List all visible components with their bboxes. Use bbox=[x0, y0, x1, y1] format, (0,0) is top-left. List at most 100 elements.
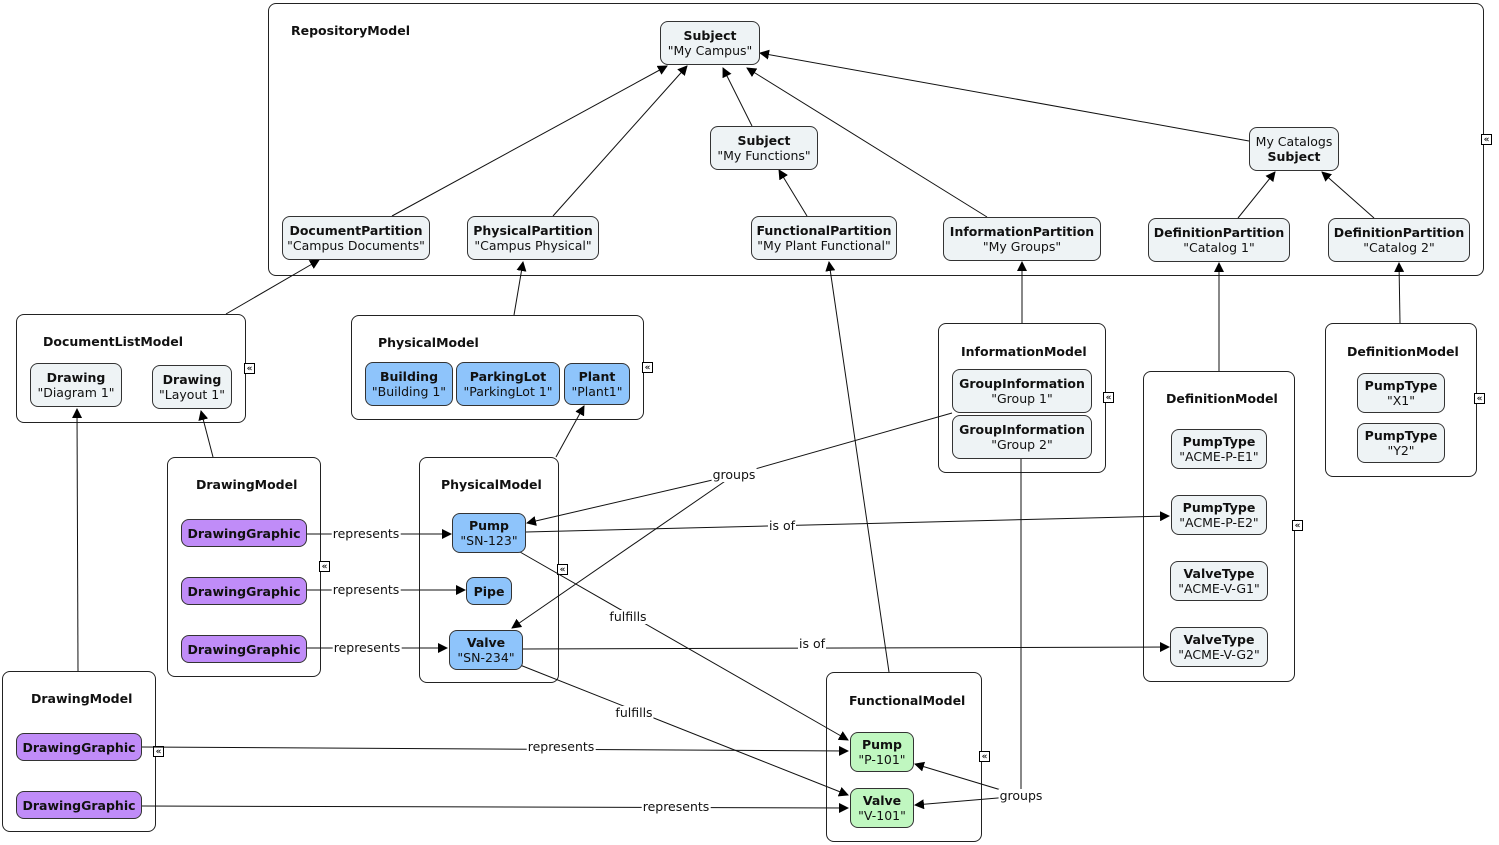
node-type: PumpType bbox=[1182, 434, 1256, 449]
edge-label-fulfills: fulfills bbox=[614, 705, 654, 720]
node-value: "My Groups" bbox=[982, 239, 1062, 254]
document-partition-node[interactable]: DocumentPartition "Campus Documents" bbox=[282, 216, 430, 260]
pump-type-x1-node[interactable]: PumpType "X1" bbox=[1357, 373, 1445, 413]
container-title: InformationModel bbox=[961, 344, 1087, 359]
container-title: DefinitionModel bbox=[1166, 391, 1278, 406]
node-value: "P-101" bbox=[858, 752, 906, 767]
valve-sn234-node[interactable]: Valve "SN-234" bbox=[449, 630, 523, 670]
node-type: DrawingGraphic bbox=[187, 641, 301, 657]
subject-my-campus-node[interactable]: Subject "My Campus" bbox=[660, 21, 760, 65]
pump-type-y2-node[interactable]: PumpType "Y2" bbox=[1357, 423, 1445, 463]
collapse-icon[interactable]: « bbox=[1292, 520, 1303, 531]
node-value: "ParkingLot 1" bbox=[463, 384, 553, 399]
collapse-icon[interactable]: « bbox=[557, 564, 568, 575]
node-type: GroupInformation bbox=[959, 422, 1085, 437]
node-value: "ACME-V-G1" bbox=[1178, 581, 1260, 596]
group-information-2-node[interactable]: GroupInformation "Group 2" bbox=[952, 415, 1092, 459]
node-value: "Plant1" bbox=[571, 384, 623, 399]
container-title: FunctionalModel bbox=[849, 693, 966, 708]
collapse-icon[interactable]: « bbox=[319, 561, 330, 572]
collapse-icon[interactable]: « bbox=[1103, 392, 1114, 403]
pump-type-e2-node[interactable]: PumpType "ACME-P-E2" bbox=[1171, 495, 1267, 535]
valve-v101-node[interactable]: Valve "V-101" bbox=[850, 788, 914, 828]
node-value: "ACME-P-E2" bbox=[1179, 515, 1259, 530]
drawing-graphic-node[interactable]: DrawingGraphic bbox=[16, 791, 142, 819]
pump-sn123-node[interactable]: Pump "SN-123" bbox=[452, 513, 526, 553]
edge bbox=[825, 261, 890, 673]
collapse-icon[interactable]: « bbox=[244, 363, 255, 374]
node-type: DefinitionPartition bbox=[1153, 225, 1285, 240]
node-value: "Catalog 1" bbox=[1183, 240, 1255, 255]
node-type: DefinitionPartition bbox=[1333, 225, 1465, 240]
pipe-node[interactable]: Pipe bbox=[466, 577, 512, 605]
definition-partition-1-node[interactable]: DefinitionPartition "Catalog 1" bbox=[1148, 218, 1290, 262]
node-type: Drawing bbox=[46, 370, 106, 385]
drawing-graphic-node[interactable]: DrawingGraphic bbox=[181, 577, 307, 605]
container-title: RepositoryModel bbox=[291, 23, 410, 38]
collapse-icon[interactable]: « bbox=[153, 746, 164, 757]
valve-type-g1-node[interactable]: ValveType "ACME-V-G1" bbox=[1170, 561, 1268, 601]
subject-my-functions-node[interactable]: Subject "My Functions" bbox=[710, 126, 818, 170]
node-type: Subject bbox=[737, 133, 791, 148]
building-node[interactable]: Building "Building 1" bbox=[365, 362, 453, 406]
node-value: "Building 1" bbox=[371, 384, 447, 399]
container-title: PhysicalModel bbox=[378, 335, 479, 350]
node-value: "V-101" bbox=[858, 808, 906, 823]
drawing-layout-node[interactable]: Drawing "Layout 1" bbox=[152, 365, 232, 409]
node-type: DrawingGraphic bbox=[22, 797, 136, 813]
node-type: DrawingGraphic bbox=[187, 583, 301, 599]
collapse-icon[interactable]: « bbox=[642, 362, 653, 373]
node-value: "Group 1" bbox=[991, 391, 1053, 406]
node-type: Drawing bbox=[162, 372, 222, 387]
node-type: Pump bbox=[468, 518, 510, 533]
node-type: Valve bbox=[862, 793, 902, 808]
definition-partition-2-node[interactable]: DefinitionPartition "Catalog 2" bbox=[1328, 218, 1470, 262]
node-value: "Y2" bbox=[1387, 443, 1415, 458]
node-type: ParkingLot bbox=[469, 369, 547, 384]
subject-my-catalogs-node[interactable]: My Catalogs Subject bbox=[1249, 127, 1339, 171]
drawing-graphic-node[interactable]: DrawingGraphic bbox=[16, 733, 142, 761]
drawing-graphic-node[interactable]: DrawingGraphic bbox=[181, 635, 307, 663]
node-type: PumpType bbox=[1364, 378, 1438, 393]
node-value: "Diagram 1" bbox=[37, 385, 115, 400]
node-type: PhysicalPartition bbox=[473, 223, 593, 238]
edge bbox=[525, 511, 1170, 533]
functional-partition-node[interactable]: FunctionalPartition "My Plant Functional… bbox=[751, 216, 897, 260]
collapse-icon[interactable]: « bbox=[979, 751, 990, 762]
edge-label-represents: represents bbox=[641, 799, 711, 814]
edge-label-groups: groups bbox=[711, 467, 757, 482]
parking-lot-node[interactable]: ParkingLot "ParkingLot 1" bbox=[456, 362, 560, 406]
plant-node[interactable]: Plant "Plant1" bbox=[564, 363, 630, 405]
node-value: "My Plant Functional" bbox=[757, 238, 891, 253]
pump-type-e1-node[interactable]: PumpType "ACME-P-E1" bbox=[1171, 429, 1267, 469]
node-type: Building bbox=[379, 369, 439, 384]
node-value: "My Functions" bbox=[717, 148, 811, 163]
physical-partition-node[interactable]: PhysicalPartition "Campus Physical" bbox=[467, 216, 599, 260]
container-title: DrawingModel bbox=[31, 691, 133, 706]
collapse-icon[interactable]: « bbox=[1481, 134, 1492, 145]
edge-label-is-of: is of bbox=[797, 636, 827, 651]
container-title: DrawingModel bbox=[196, 477, 298, 492]
edge bbox=[141, 802, 849, 813]
node-value: "ACME-P-E1" bbox=[1179, 449, 1259, 464]
information-partition-node[interactable]: InformationPartition "My Groups" bbox=[943, 217, 1101, 261]
drawing-graphic-node[interactable]: DrawingGraphic bbox=[181, 519, 307, 547]
node-type: ValveType bbox=[1183, 632, 1255, 647]
node-value: "Group 2" bbox=[991, 437, 1053, 452]
edge-label-represents: represents bbox=[332, 640, 402, 655]
node-value: My Catalogs bbox=[1255, 134, 1333, 149]
node-type: GroupInformation bbox=[959, 376, 1085, 391]
valve-type-g2-node[interactable]: ValveType "ACME-V-G2" bbox=[1170, 627, 1268, 667]
node-type: Plant bbox=[578, 369, 616, 384]
edge bbox=[72, 408, 83, 672]
edge-label-is-of: is of bbox=[767, 518, 797, 533]
node-value: "SN-123" bbox=[460, 533, 518, 548]
drawing-diagram-node[interactable]: Drawing "Diagram 1" bbox=[30, 363, 122, 407]
collapse-icon[interactable]: « bbox=[1474, 393, 1485, 404]
node-type: InformationPartition bbox=[949, 224, 1095, 239]
group-information-1-node[interactable]: GroupInformation "Group 1" bbox=[952, 369, 1092, 413]
node-type: Pipe bbox=[473, 583, 505, 599]
edge-label-represents: represents bbox=[331, 526, 401, 541]
node-type: DrawingGraphic bbox=[187, 525, 301, 541]
pump-p101-node[interactable]: Pump "P-101" bbox=[850, 732, 914, 772]
